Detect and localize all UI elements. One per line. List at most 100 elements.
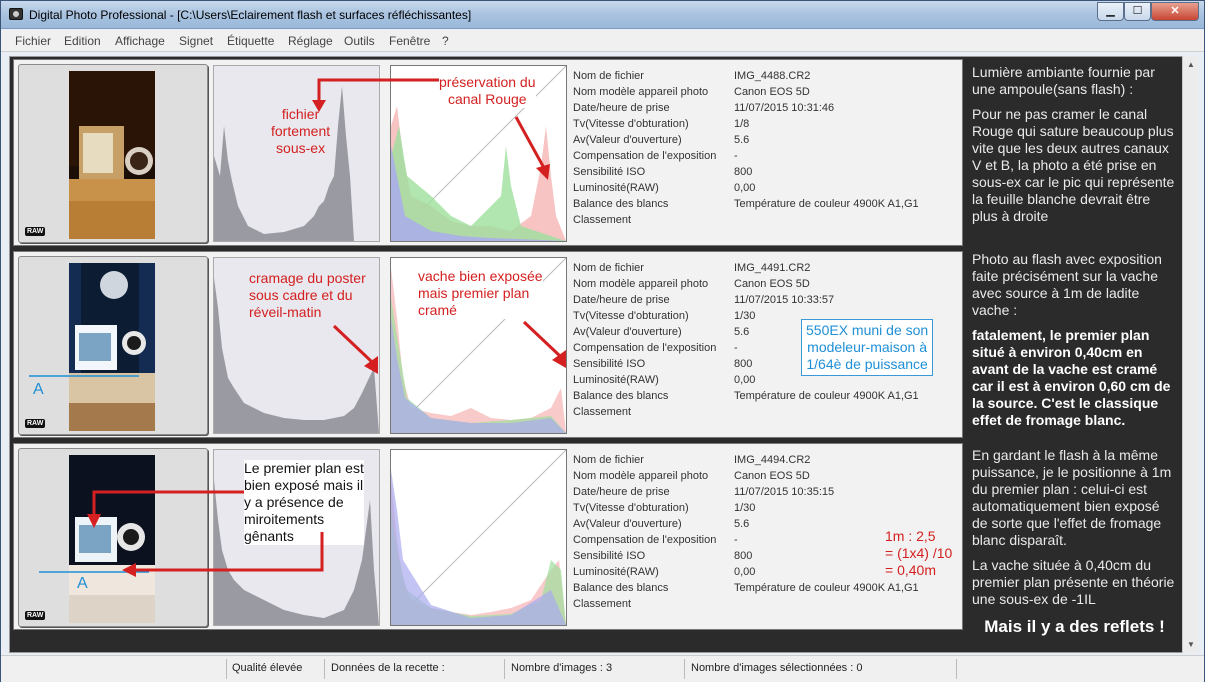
raw-badge: RAW xyxy=(25,419,46,428)
info-label: Nom de fichier xyxy=(573,454,644,466)
info-label: Compensation de l'exposition xyxy=(573,534,717,546)
info-value: 11/07/2015 10:33:57 xyxy=(734,294,835,306)
info-value: IMG_4488.CR2 xyxy=(734,70,811,82)
info-value: Température de couleur 4900K A1,G1 xyxy=(734,198,919,210)
window-title: Digital Photo Professional - [C:\Users\E… xyxy=(29,8,472,22)
rgb-histogram xyxy=(390,449,567,626)
menu-fichier[interactable]: Fichier xyxy=(15,34,51,48)
info-value: Température de couleur 4900K A1,G1 xyxy=(734,582,919,594)
close-button[interactable]: ✕ xyxy=(1151,2,1199,21)
menu-edition[interactable]: Edition xyxy=(64,34,101,48)
info-label: Classement xyxy=(573,598,632,610)
app-window: Digital Photo Professional - [C:\Users\E… xyxy=(0,0,1205,682)
menu-fenetre[interactable]: Fenêtre xyxy=(389,34,430,48)
info-label: Tv(Vitesse d'obturation) xyxy=(573,502,689,514)
info-value: 11/07/2015 10:35:15 xyxy=(734,486,835,498)
menu-outils[interactable]: Outils xyxy=(344,34,375,48)
menu-signet[interactable]: Signet xyxy=(179,34,213,48)
title-bar[interactable]: Digital Photo Professional - [C:\Users\E… xyxy=(1,1,1204,29)
status-separator xyxy=(684,659,685,679)
info-label: Luminosité(RAW) xyxy=(573,566,659,578)
info-label: Date/heure de prise xyxy=(573,102,670,114)
info-label: Nom modèle appareil photo xyxy=(573,86,709,98)
menu-help[interactable]: ? xyxy=(442,34,449,48)
annotation-arrows xyxy=(332,320,566,374)
info-value: 5.6 xyxy=(734,518,750,530)
flash-note-box: 550EX muni de son modeleur-maison à 1/64è … xyxy=(801,319,934,376)
info-value: 5.6 xyxy=(734,134,750,146)
info-label: Compensation de l'exposition xyxy=(573,150,717,162)
info-value: 1/30 xyxy=(734,502,756,514)
vertical-scrollbar[interactable]: ▲ ▼ xyxy=(1182,56,1198,653)
info-value: 1/8 xyxy=(734,118,750,130)
maximize-button[interactable]: ☐ xyxy=(1124,2,1151,21)
status-selected-count: Nombre d'images sélectionnées : 0 xyxy=(691,662,863,674)
info-label: Balance des blancs xyxy=(573,198,669,210)
annotation-arrows xyxy=(312,78,550,180)
scroll-down-icon[interactable]: ▼ xyxy=(1187,640,1195,649)
info-value: 800 xyxy=(734,358,753,370)
side-notes: Lumière ambiante fournie par une ampoule… xyxy=(972,64,1177,643)
info-value: Canon EOS 5D xyxy=(734,86,810,98)
info-label: Tv(Vitesse d'obturation) xyxy=(573,118,689,130)
info-value: 800 xyxy=(734,550,753,562)
raw-badge: RAW xyxy=(25,227,46,236)
info-value: - xyxy=(734,342,738,354)
info-label: Av(Valeur d'ouverture) xyxy=(573,518,682,530)
menu-affichage[interactable]: Affichage xyxy=(115,34,165,48)
info-value: 0,00 xyxy=(734,182,756,194)
info-label: Nom de fichier xyxy=(573,70,644,82)
info-label: Sensibilité ISO xyxy=(573,166,646,178)
minimize-button[interactable]: ▁ xyxy=(1097,2,1124,21)
info-value: 1/30 xyxy=(734,310,756,322)
info-value: Température de couleur 4900K A1,G1 xyxy=(734,390,919,402)
info-label: Date/heure de prise xyxy=(573,294,670,306)
image-row-3[interactable]: A RAW Le premier plan est bien exposé mai… xyxy=(13,443,963,630)
note-cow-underexposure: La vache située à 0,40cm du premier plan… xyxy=(972,557,1175,607)
note-ambient: Lumière ambiante fournie par une ampoule… xyxy=(972,64,1155,97)
info-value: - xyxy=(734,150,738,162)
note-reflections: Mais il y a des reflets ! xyxy=(984,617,1165,636)
menu-etiquette[interactable]: Étiquette xyxy=(227,34,274,48)
image-row-1[interactable]: RAW fichier fortement sous-ex préservation… xyxy=(13,59,963,246)
info-value: Canon EOS 5D xyxy=(734,470,810,482)
info-value: 11/07/2015 10:31:46 xyxy=(734,102,835,114)
thumbnail-cell[interactable]: A RAW xyxy=(18,256,208,435)
raw-badge: RAW xyxy=(25,611,46,620)
annotation-arrows xyxy=(87,490,324,577)
info-label: Balance des blancs xyxy=(573,582,669,594)
thumbnail-cell[interactable]: RAW xyxy=(18,64,208,243)
info-label: Av(Valeur d'ouverture) xyxy=(573,326,682,338)
point-a-line xyxy=(29,375,139,377)
status-bar: Qualité élevée Données de la recette : N… xyxy=(1,655,1204,682)
scroll-up-icon[interactable]: ▲ xyxy=(1187,60,1195,69)
status-quality: Qualité élevée xyxy=(232,662,303,674)
info-label: Date/heure de prise xyxy=(573,486,670,498)
status-separator xyxy=(226,659,227,679)
info-value: Canon EOS 5D xyxy=(734,278,810,290)
status-separator xyxy=(324,659,325,679)
note-foreground-burn: fatalement, le premier plan situé à envi… xyxy=(972,327,1171,428)
info-label: Compensation de l'exposition xyxy=(573,342,717,354)
menu-bar: Fichier Edition Affichage Signet Étiquet… xyxy=(1,30,1204,52)
menu-reglage[interactable]: Réglage xyxy=(288,34,333,48)
info-value: 800 xyxy=(734,166,753,178)
info-value: IMG_4491.CR2 xyxy=(734,262,811,274)
annotation-calculation: 1m : 2,5 = (1x4) /10 = 0,40m xyxy=(885,528,953,578)
info-label: Nom modèle appareil photo xyxy=(573,470,709,482)
info-label: Luminosité(RAW) xyxy=(573,182,659,194)
point-a-label: A xyxy=(33,381,44,398)
info-label: Classement xyxy=(573,406,632,418)
info-value: 0,00 xyxy=(734,374,756,386)
note-flash-distance: En gardant le flash à la même puissance,… xyxy=(972,447,1172,548)
info-label: Sensibilité ISO xyxy=(573,550,646,562)
info-value: 0,00 xyxy=(734,566,756,578)
info-label: Balance des blancs xyxy=(573,390,669,402)
info-label: Av(Valeur d'ouverture) xyxy=(573,134,682,146)
camera-app-icon xyxy=(9,8,23,20)
status-separator xyxy=(956,659,957,679)
info-label: Classement xyxy=(573,214,632,226)
note-red-channel: Pour ne pas cramer le canal Rouge qui sa… xyxy=(972,106,1175,224)
image-row-2[interactable]: A RAW cramage du poster sous cadre et du r… xyxy=(13,251,963,438)
info-label: Tv(Vitesse d'obturation) xyxy=(573,310,689,322)
